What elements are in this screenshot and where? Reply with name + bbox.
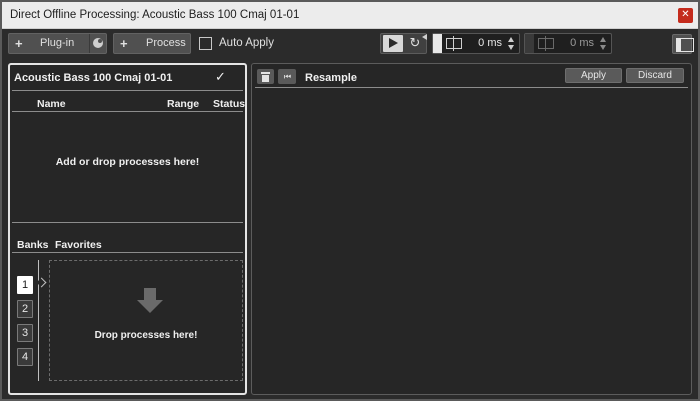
add-process-button[interactable]: + Process xyxy=(113,33,191,54)
trash-icon[interactable] xyxy=(257,69,274,84)
plus-icon: + xyxy=(15,36,23,51)
bank-button-2[interactable]: 2 xyxy=(17,300,33,318)
add-plugin-button[interactable]: + Plug-in xyxy=(8,33,107,54)
pre-roll-field[interactable]: 0 ms xyxy=(432,33,520,54)
preview-controls: ↻ xyxy=(380,33,427,54)
post-roll-value[interactable]: 0 ms xyxy=(570,37,594,49)
drop-message: Drop processes here! xyxy=(94,330,198,341)
favorites-drop-zone[interactable]: Drop processes here! xyxy=(49,260,243,381)
column-header-name: Name xyxy=(37,98,66,110)
auto-apply-label: Auto Apply xyxy=(219,37,274,49)
bank-indicator-line xyxy=(38,260,39,381)
plugin-label: Plug-in xyxy=(40,37,75,49)
divider xyxy=(12,90,243,91)
pre-roll-toggle[interactable] xyxy=(433,34,442,53)
discard-button[interactable]: Discard xyxy=(626,68,684,83)
tab-favorites[interactable]: Favorites xyxy=(55,239,102,251)
divider xyxy=(89,34,90,53)
bank-button-4[interactable]: 4 xyxy=(17,348,33,366)
auto-apply-checkbox[interactable] xyxy=(199,37,212,50)
window-title: Direct Offline Processing: Acoustic Bass… xyxy=(10,9,300,21)
empty-process-message: Add or drop processes here! xyxy=(55,156,200,168)
pre-roll-stepper-icon[interactable] xyxy=(508,37,515,50)
close-icon[interactable]: ✕ xyxy=(678,8,693,23)
plus-icon: + xyxy=(120,36,128,51)
bank-button-1[interactable]: 1 xyxy=(17,276,33,294)
divider xyxy=(12,252,243,253)
pre-roll-value[interactable]: 0 ms xyxy=(478,37,502,49)
title-bar: Direct Offline Processing: Acoustic Bass… xyxy=(2,2,698,29)
dop-window: + Plug-in + Process Auto Apply ↻ 0 ms 0 … xyxy=(2,29,698,399)
divider xyxy=(12,222,243,223)
post-roll-icon xyxy=(538,36,554,51)
divider xyxy=(12,111,243,112)
divider xyxy=(255,87,688,88)
post-roll-field[interactable]: 0 ms xyxy=(524,33,612,54)
down-arrow-icon xyxy=(137,288,163,314)
post-roll-toggle[interactable] xyxy=(525,34,534,53)
apply-button[interactable]: Apply xyxy=(565,68,622,83)
panel-layout-icon[interactable] xyxy=(672,34,694,54)
column-header-status: Status xyxy=(213,98,246,110)
tab-banks[interactable]: Banks xyxy=(17,239,49,251)
process-label: Process xyxy=(146,37,186,49)
checkmark-icon[interactable]: ✓ xyxy=(215,69,226,85)
play-icon[interactable] xyxy=(383,35,403,52)
pre-roll-icon xyxy=(446,36,462,51)
skip-back-icon[interactable]: ⏮ xyxy=(278,69,296,84)
process-title: Resample xyxy=(305,72,357,84)
bank-button-3[interactable]: 3 xyxy=(17,324,33,342)
clip-title: Acoustic Bass 100 Cmaj 01-01 xyxy=(14,72,173,84)
post-roll-stepper-icon[interactable] xyxy=(600,37,607,50)
process-editor-panel: ⏮ Resample Apply Discard xyxy=(251,63,692,395)
toolbar: + Plug-in + Process Auto Apply ↻ 0 ms 0 … xyxy=(2,29,698,59)
plugin-menu-icon[interactable] xyxy=(93,38,103,48)
process-list-panel: Acoustic Bass 100 Cmaj 01-01 ✓ Name Rang… xyxy=(8,63,247,395)
column-header-range: Range xyxy=(167,98,200,110)
preview-options-icon[interactable] xyxy=(422,34,427,40)
